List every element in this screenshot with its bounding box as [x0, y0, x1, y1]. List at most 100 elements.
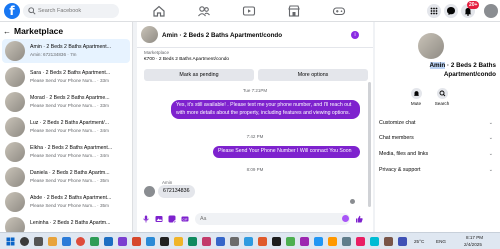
app-icon[interactable] — [118, 237, 127, 246]
media-files-links-row[interactable]: Media, files and links ⌄ — [379, 148, 495, 160]
clock-time[interactable]: 8:17 PM — [466, 235, 483, 240]
app-icon[interactable] — [160, 237, 169, 246]
conversation-item[interactable]: Elkha · 2 Beds 2 Baths Apartment... Plea… — [2, 140, 130, 164]
search-taskbar-icon[interactable] — [20, 237, 29, 246]
privacy-support-row[interactable]: Privacy & support ⌄ — [379, 164, 495, 176]
language-indicator[interactable]: ENG — [436, 239, 446, 244]
message-input[interactable] — [200, 213, 330, 225]
search-in-chat-button[interactable]: Search — [431, 88, 453, 106]
listing-thumbnail — [5, 67, 25, 87]
app-icon[interactable] — [90, 237, 99, 246]
conversation-item[interactable]: Morad · 2 Beds 2 Baths Apartme... Please… — [2, 90, 130, 114]
contact-name-highlight: Amin — [429, 62, 446, 69]
clock-date[interactable]: 2/4/2025 — [464, 242, 482, 247]
profile-avatar[interactable] — [484, 4, 498, 18]
app-icon[interactable] — [202, 237, 211, 246]
conversation-item[interactable]: Amin · 2 Beds 2 Baths Apartment... Amin:… — [2, 39, 130, 63]
chat-title[interactable]: Amin · 2 Beds 2 Baths Apartment/condo — [162, 32, 282, 39]
sticker-icon[interactable] — [168, 215, 176, 223]
mute-button[interactable]: Mute — [405, 88, 427, 106]
row-label: Customize chat — [379, 120, 416, 126]
conversation-item[interactable]: Leninha · 2 Beds 2 Baths Apartm... — [2, 215, 130, 232]
contact-name: Amin · 2 Beds 2 Baths Apartment/condo — [380, 62, 496, 79]
app-icon[interactable] — [384, 237, 393, 246]
app-icon[interactable] — [300, 237, 309, 246]
conversation-snippet: Amin: 672134836 · 7m — [30, 52, 77, 57]
facebook-logo[interactable]: f — [4, 3, 20, 19]
contact-name-rest: · 2 Beds 2 Baths Apartment/condo — [443, 62, 496, 78]
listing-card[interactable]: Marketplace €700 · 2 Beds 2 Baths Apartm… — [144, 50, 370, 67]
app-icon[interactable] — [272, 237, 281, 246]
image-icon[interactable] — [155, 215, 163, 223]
info-icon[interactable]: i — [351, 31, 359, 39]
conversation-item[interactable]: Abde · 2 Beds 2 Baths Apartment... Pleas… — [2, 190, 130, 214]
incoming-message[interactable]: 672134836 — [158, 185, 195, 198]
microphone-icon[interactable] — [142, 215, 150, 223]
gif-icon[interactable]: GIF — [181, 215, 189, 223]
row-label: Media, files and links — [379, 151, 429, 157]
conversation-item[interactable]: Sara · 2 Beds 2 Baths Apartment... Pleas… — [2, 65, 130, 89]
mark-as-pending-button[interactable]: Mark as pending — [144, 69, 254, 81]
app-icon[interactable] — [188, 237, 197, 246]
task-view-icon[interactable] — [34, 237, 43, 246]
conversation-item[interactable]: Daniela · 2 Beds 2 Baths Apartm... Pleas… — [2, 165, 130, 189]
app-icon[interactable] — [356, 237, 365, 246]
chat-members-row[interactable]: Chat members ⌄ — [379, 132, 495, 144]
chat-scrollbar[interactable] — [368, 82, 371, 207]
marketplace-label: Marketplace — [144, 50, 170, 55]
message-field[interactable] — [195, 213, 350, 225]
video-icon[interactable] — [242, 4, 256, 18]
edge-icon[interactable] — [62, 237, 71, 246]
search-icon — [439, 90, 445, 97]
emoji-icon[interactable] — [342, 215, 349, 222]
like-icon[interactable] — [355, 215, 363, 223]
chrome-icon[interactable] — [76, 237, 85, 246]
search-box[interactable] — [23, 4, 119, 18]
search-input[interactable] — [38, 4, 116, 18]
outgoing-message[interactable]: Please Send Your Phone Number I Will con… — [213, 146, 360, 158]
customize-chat-row[interactable]: Customize chat ⌄ — [379, 117, 495, 129]
back-arrow-icon[interactable]: ← — [3, 27, 11, 36]
menu-grid-button[interactable] — [427, 4, 441, 18]
outgoing-message[interactable]: Yes, it's still available! . Please text… — [171, 100, 360, 119]
listing-thumbnail — [5, 41, 25, 61]
more-options-button[interactable]: More options — [258, 69, 368, 81]
windows-start-icon[interactable] — [6, 237, 15, 246]
contact-avatar[interactable] — [418, 33, 444, 59]
chat-listing-avatar[interactable] — [141, 26, 158, 43]
friends-icon[interactable] — [197, 4, 211, 18]
app-icon[interactable] — [244, 237, 253, 246]
conversation-snippet: Please Send Your Phone Num... · 35m — [30, 203, 109, 208]
notification-badge: 20+ — [467, 1, 480, 9]
app-icon[interactable] — [132, 237, 141, 246]
weather-temp[interactable]: 25°C — [414, 239, 424, 244]
app-icon[interactable] — [230, 237, 239, 246]
app-icon[interactable] — [286, 237, 295, 246]
grid-icon — [430, 7, 438, 15]
row-label: Privacy & support — [379, 167, 421, 173]
app-icon[interactable] — [342, 237, 351, 246]
app-icon[interactable] — [370, 237, 379, 246]
listing-thumbnail — [5, 142, 25, 162]
app-icon[interactable] — [258, 237, 267, 246]
file-explorer-icon[interactable] — [48, 237, 57, 246]
messenger-button[interactable] — [444, 4, 458, 18]
gaming-icon[interactable] — [332, 4, 346, 18]
marketplace-icon[interactable] — [287, 4, 301, 18]
timestamp: Tue 7:21PM — [242, 88, 268, 93]
app-icon[interactable] — [216, 237, 225, 246]
app-icon[interactable] — [328, 237, 337, 246]
home-icon[interactable] — [152, 4, 166, 18]
app-icon[interactable] — [314, 237, 323, 246]
app-icon[interactable] — [398, 237, 407, 246]
sender-avatar[interactable] — [144, 186, 155, 197]
listing-thumbnail — [5, 217, 25, 232]
app-icon[interactable] — [174, 237, 183, 246]
chevron-down-icon: ⌄ — [488, 167, 493, 173]
conversation-name: Morad · 2 Beds 2 Baths Apartme... — [30, 95, 110, 101]
app-icon[interactable] — [146, 237, 155, 246]
app-icon[interactable] — [104, 237, 113, 246]
conversation-name: Amin · 2 Beds 2 Baths Apartment... — [30, 44, 112, 50]
conversation-item[interactable]: Luz · 2 Beds 2 Baths Apartment/... Pleas… — [2, 115, 130, 139]
row-label: Chat members — [379, 135, 414, 141]
